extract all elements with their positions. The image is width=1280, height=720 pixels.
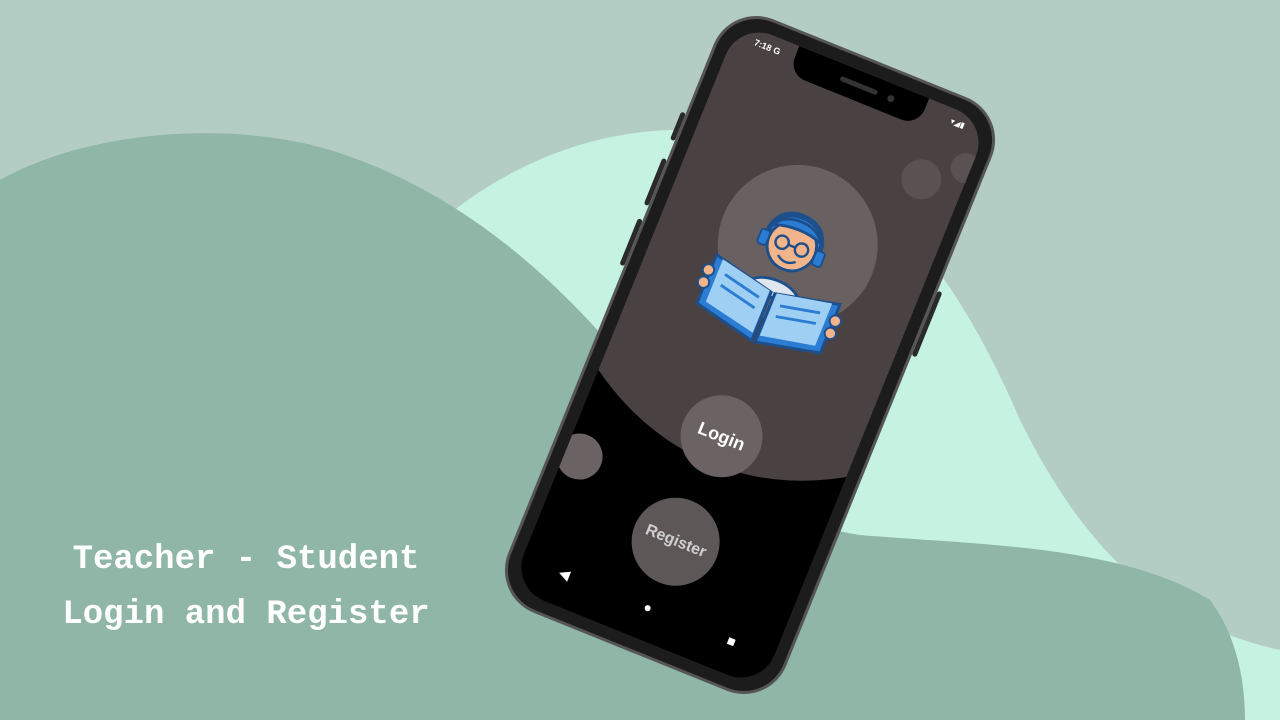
home-icon[interactable]: ● [627, 592, 670, 622]
caption-text: Teacher - Student Login and Register [0, 533, 492, 643]
speaker-grille [839, 75, 879, 96]
recents-icon[interactable]: ■ [710, 626, 753, 656]
caption-line-1: Teacher - Student [72, 541, 420, 579]
front-camera [886, 94, 896, 104]
decorative-bubble [549, 426, 610, 487]
register-button[interactable]: Register [618, 484, 733, 600]
back-icon[interactable]: ◀ [543, 558, 586, 589]
caption-line-2: Login and Register [62, 596, 430, 634]
